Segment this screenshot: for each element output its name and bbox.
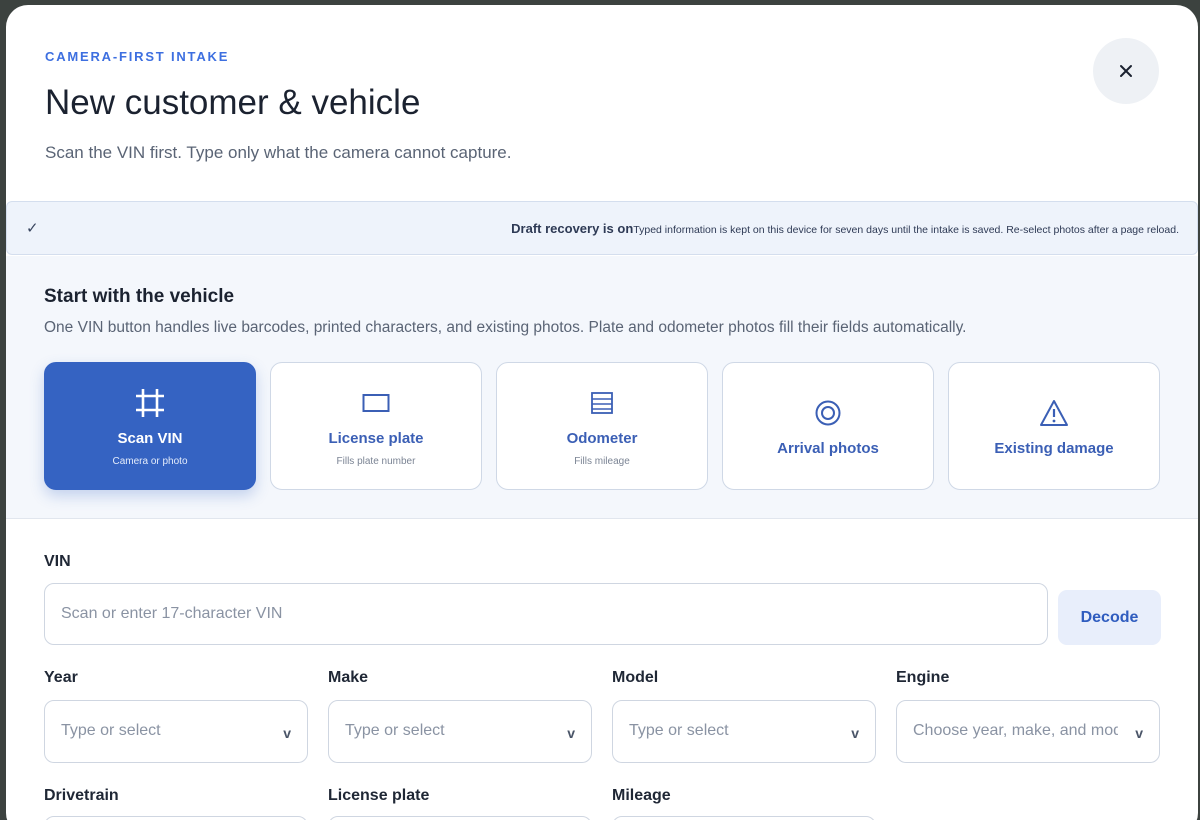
- camera-target-icon: [811, 396, 845, 430]
- make-select[interactable]: Type or select v: [328, 700, 592, 763]
- existing-damage-tile[interactable]: Existing damage: [948, 362, 1160, 490]
- odometer-icon: [585, 386, 619, 420]
- section-title: Start with the vehicle: [44, 286, 235, 307]
- select-placeholder: Type or select: [629, 722, 729, 739]
- model-select[interactable]: Type or select v: [612, 700, 876, 763]
- arrival-photos-tile[interactable]: Arrival photos: [722, 362, 934, 490]
- license-plate-label: License plate: [328, 787, 430, 804]
- year-select[interactable]: Type or select v: [44, 700, 308, 763]
- intake-modal: CAMERA-FIRST INTAKE New customer & vehic…: [6, 5, 1198, 820]
- tile-label: Odometer: [566, 429, 638, 447]
- draft-recovery-title: Draft recovery is on: [511, 221, 634, 236]
- engine-select[interactable]: Choose year, make, and model v: [896, 700, 1160, 763]
- chevron-down-icon: v: [1135, 725, 1143, 741]
- model-label: Model: [612, 669, 659, 686]
- chevron-down-icon: v: [851, 725, 859, 741]
- make-label: Make: [328, 669, 369, 686]
- draft-recovery-text: Draft recovery is onTyped information is…: [511, 221, 1179, 236]
- draft-recovery-detail: Typed information is kept on this device…: [633, 224, 1179, 236]
- drivetrain-select[interactable]: [44, 816, 308, 820]
- tile-label: Arrival photos: [777, 439, 879, 457]
- chevron-down-icon: v: [283, 725, 291, 741]
- page-title: New customer & vehicle: [45, 83, 421, 122]
- vehicle-capture-section: Start with the vehicle One VIN button ha…: [6, 256, 1198, 519]
- plate-icon: [359, 386, 393, 420]
- check-icon: ✓: [26, 220, 39, 237]
- mileage-label: Mileage: [612, 787, 671, 804]
- mileage-input[interactable]: [612, 816, 876, 820]
- tile-label: License plate: [328, 429, 424, 447]
- drivetrain-label: Drivetrain: [44, 787, 119, 804]
- vin-input[interactable]: [44, 583, 1048, 645]
- odometer-tile[interactable]: Odometer Fills mileage: [496, 362, 708, 490]
- close-icon: [1120, 65, 1132, 77]
- page-subtitle: Scan the VIN first. Type only what the c…: [45, 143, 512, 162]
- year-label: Year: [44, 669, 78, 686]
- tile-sublabel: Fills mileage: [574, 455, 630, 467]
- section-description: One VIN button handles live barcodes, pr…: [44, 319, 967, 336]
- select-placeholder: Type or select: [61, 722, 161, 739]
- close-button[interactable]: [1093, 38, 1159, 104]
- eyebrow-label: CAMERA-FIRST INTAKE: [45, 49, 230, 64]
- license-plate-tile[interactable]: License plate Fills plate number: [270, 362, 482, 490]
- tile-label: Existing damage: [994, 439, 1114, 457]
- tile-label: Scan VIN: [117, 429, 183, 447]
- scan-icon: [133, 386, 167, 420]
- engine-label: Engine: [896, 669, 950, 686]
- license-plate-input[interactable]: [328, 816, 592, 820]
- draft-recovery-banner: ✓ Draft recovery is onTyped information …: [6, 201, 1198, 255]
- scan-vin-tile[interactable]: Scan VIN Camera or photo: [44, 362, 256, 490]
- tile-sublabel: Camera or photo: [112, 455, 188, 467]
- vin-label: VIN: [44, 553, 71, 570]
- select-placeholder: Choose year, make, and model: [913, 722, 1118, 739]
- tile-sublabel: Fills plate number: [336, 455, 416, 467]
- warning-icon: [1037, 396, 1071, 430]
- select-placeholder: Type or select: [345, 722, 445, 739]
- chevron-down-icon: v: [567, 725, 575, 741]
- decode-button[interactable]: Decode: [1058, 590, 1161, 645]
